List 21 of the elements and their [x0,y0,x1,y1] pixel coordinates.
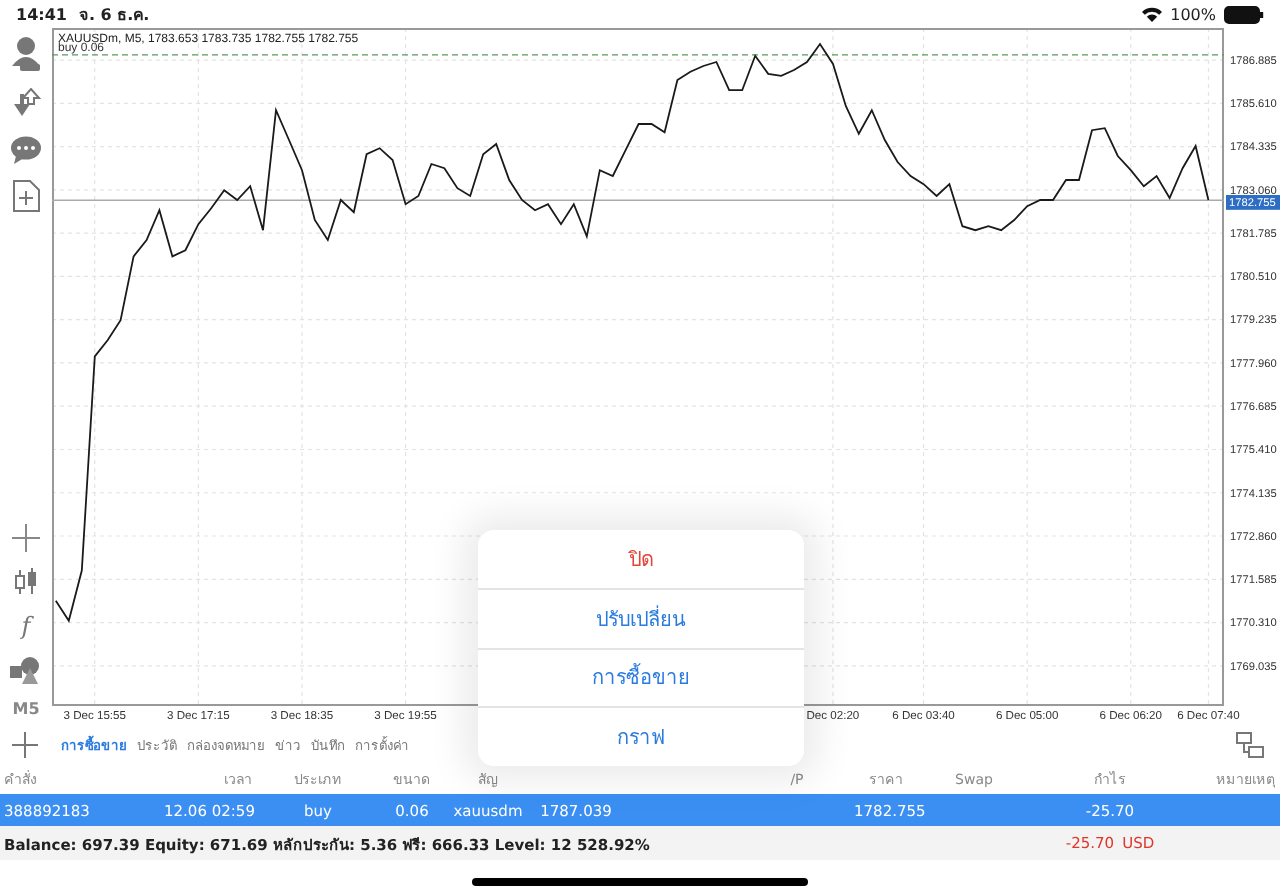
wifi-icon [1142,6,1163,22]
menu-item[interactable]: กราฟ [478,708,804,766]
candlestick-icon[interactable] [12,568,40,596]
status-date: จ. 6 ธ.ค. [78,3,150,27]
new-document-icon[interactable] [12,180,40,212]
home-indicator[interactable] [472,877,808,885]
chat-icon[interactable] [10,136,42,164]
indicators-icon[interactable]: f [21,612,31,640]
battery-icon [1224,5,1264,23]
trade-arrows-icon[interactable] [10,88,42,120]
layout-icon[interactable] [1236,731,1264,757]
crosshair-icon[interactable] [12,524,40,552]
status-time: 14:41 [16,5,67,23]
menu-item[interactable]: การซื้อขาย [478,649,804,709]
menu-item[interactable]: ปรับเปลี่ยน [478,589,804,649]
add-icon[interactable] [12,731,38,757]
shapes-icon[interactable] [10,656,42,684]
battery-percent: 100% [1170,5,1216,23]
timeframe-label[interactable]: M5 [12,700,40,720]
account-icon[interactable] [10,36,42,72]
menu-item[interactable]: ปิด [478,530,804,590]
